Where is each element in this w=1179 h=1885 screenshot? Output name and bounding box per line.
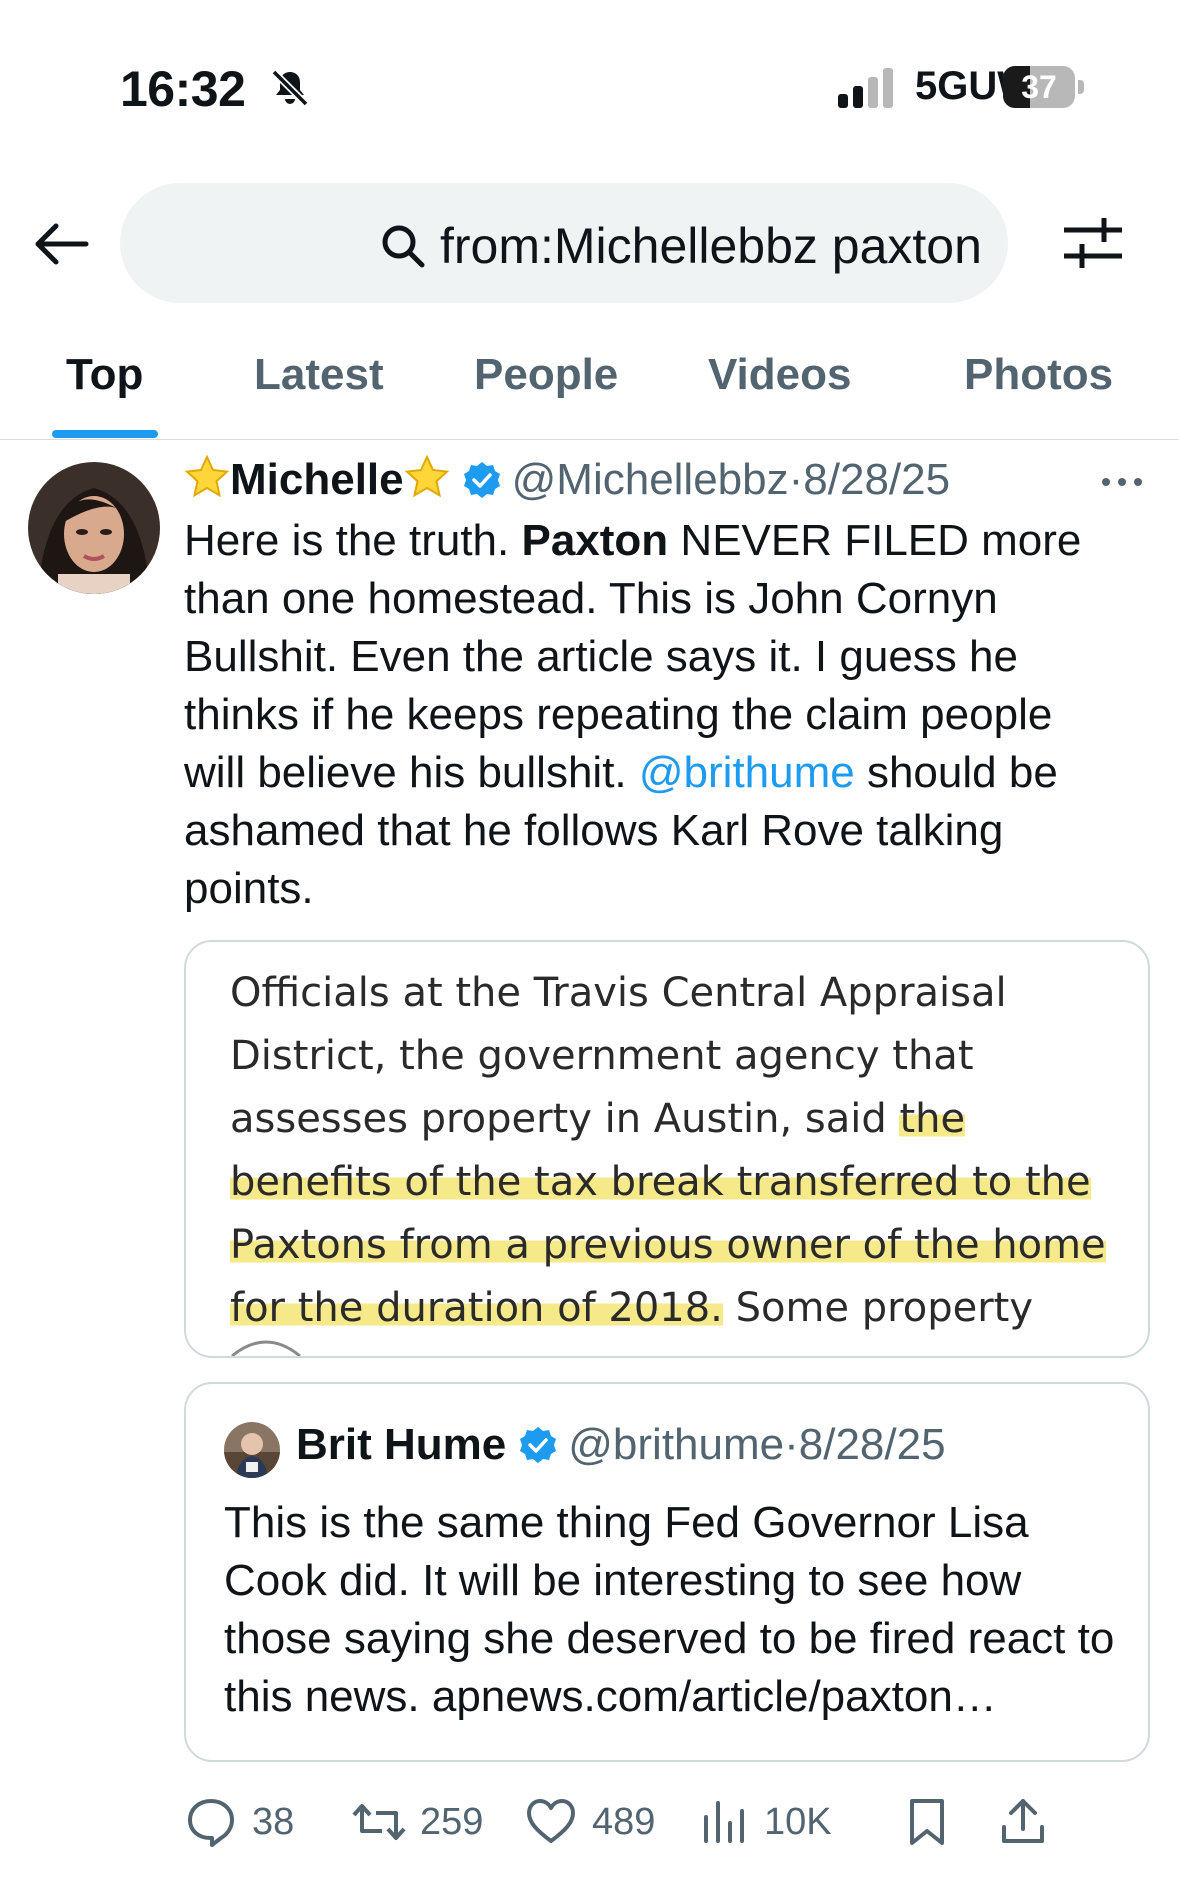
back-arrow-icon[interactable] [30,212,94,276]
tab-videos[interactable]: Videos [708,350,851,400]
media-article-text: Officials at the Travis Central Appraisa… [230,962,1130,1356]
active-tab-indicator [52,430,158,438]
tweet-header: Michelle @Michellebbz·8/28/25 [184,454,950,514]
quote-display-name: Brit Hume [296,1420,507,1469]
repost-button[interactable]: 259 [352,1782,483,1862]
bookmark-button[interactable] [900,1782,968,1862]
tweet-text-part: Here is the truth. [184,516,522,565]
share-icon [1002,1799,1044,1843]
repost-icon [352,1804,406,1840]
separator: · [788,455,804,504]
media-text-plain: Officials at the Travis Central Appraisa… [230,970,1007,1142]
verified-badge-icon [463,462,500,498]
share-button[interactable] [996,1782,1064,1862]
quote-text: This is the same thing Fed Governor Lisa… [224,1498,1115,1721]
like-button[interactable]: 489 [524,1782,655,1862]
tweet-actions: 38 259 489 10K [184,1782,1150,1862]
timestamp[interactable]: 8/28/25 [803,455,950,504]
verified-badge-icon [520,1427,557,1463]
battery-indicator: 37 [1003,66,1075,108]
circle-shape-icon [231,1340,301,1356]
search-row: from:Michellebbz paxton [0,180,1179,310]
battery-cap [1078,80,1084,94]
filter-sliders-icon[interactable] [1060,210,1126,276]
heart-icon [527,1799,575,1843]
status-bar: 16:32 5GUW 37 [0,0,1179,150]
signal-icon [838,68,893,108]
search-input[interactable]: from:Michellebbz paxton [120,183,1008,303]
search-query[interactable]: from:Michellebbz paxton [440,217,982,275]
views-count: 10K [764,1800,832,1843]
tab-top[interactable]: Top [66,350,143,400]
tab-people[interactable]: People [474,350,618,400]
star-emoji-icon [184,454,230,498]
battery-body: 37 [1003,66,1075,108]
like-count: 489 [592,1800,656,1843]
media-image[interactable]: Officials at the Travis Central Appraisa… [184,940,1150,1358]
repost-count: 259 [420,1800,484,1843]
tab-photos[interactable]: Photos [964,350,1113,400]
status-time: 16:32 [120,61,246,117]
separator: · [784,1420,799,1469]
tweet-text: Here is the truth. Paxton NEVER FILED mo… [184,512,1104,918]
handle[interactable]: @Michellebbz [512,455,789,504]
reply-icon [188,1799,234,1847]
views-button[interactable]: 10K [696,1782,832,1862]
quote-header: Brit Hume @brithume·8/28/25 [296,1420,946,1470]
reply-count: 38 [252,1800,295,1843]
tweet[interactable]: Michelle @Michellebbz·8/28/25 Here is th… [0,442,1179,1885]
bell-muted-icon [271,69,309,107]
media-cropped-edge [186,1334,1148,1356]
more-options-icon[interactable] [1100,472,1144,492]
battery-label: 37 [1021,69,1057,105]
bookmark-icon [910,1799,944,1845]
quote-handle: @brithume [568,1420,785,1469]
display-name[interactable]: Michelle [230,455,404,504]
mention-link[interactable]: @brithume [639,748,855,797]
quote-timestamp: 8/28/25 [798,1420,946,1469]
star-emoji-icon [404,454,449,498]
tab-latest[interactable]: Latest [254,350,384,400]
views-chart-icon [704,1801,744,1843]
reply-button[interactable]: 38 [184,1782,294,1862]
quote-avatar [224,1422,280,1478]
search-tabs: Top Latest People Videos Photos [0,340,1179,440]
avatar[interactable] [28,462,160,594]
quoted-tweet[interactable]: Brit Hume @brithume·8/28/25 This is the … [184,1382,1150,1762]
search-icon [382,225,425,268]
tweet-text-bold: Paxton [521,516,669,565]
